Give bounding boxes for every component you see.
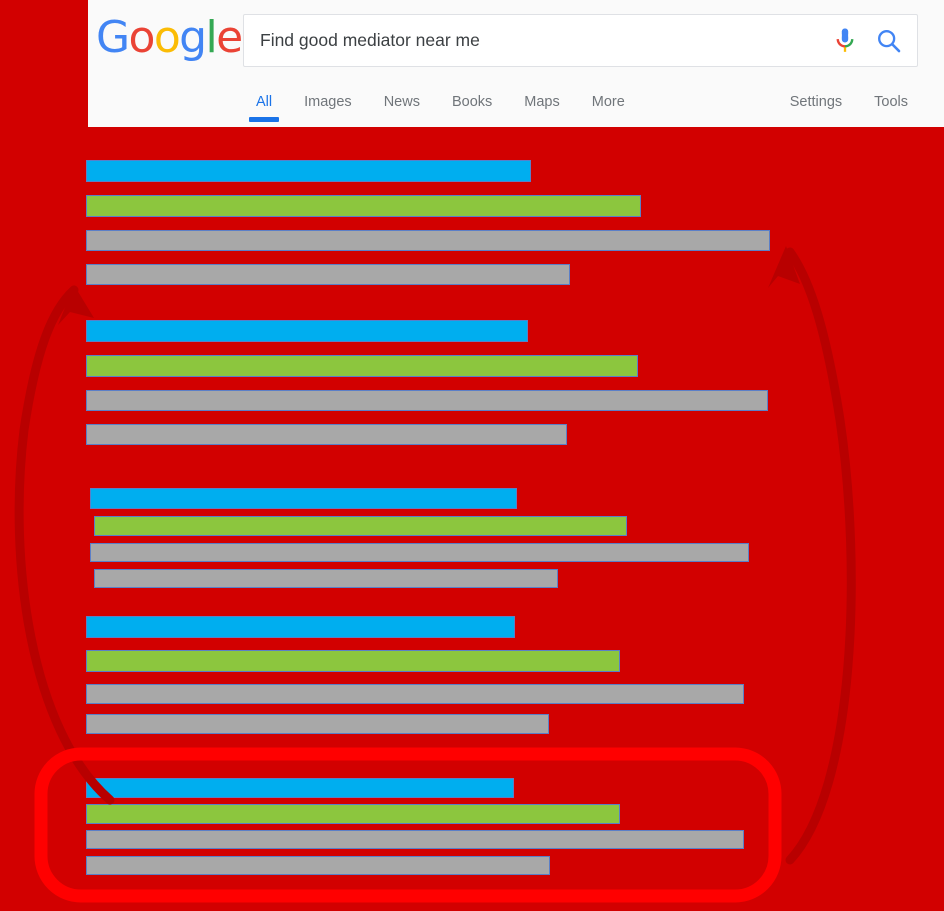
google-logo-letter-0: G xyxy=(96,12,130,63)
search-nav-bar: All Images News Books Maps More Settings Tools xyxy=(88,82,944,127)
search-header: Google Find good mediator near me All Im… xyxy=(88,0,944,127)
result-url-bar[interactable] xyxy=(94,516,627,536)
search-box[interactable] xyxy=(243,14,918,67)
google-logo-letter-4: l xyxy=(205,12,218,63)
result-snippet-bar-2[interactable] xyxy=(86,424,567,445)
tab-tools[interactable]: Tools xyxy=(858,82,924,115)
header-top-row: Google xyxy=(88,0,944,82)
search-input[interactable] xyxy=(260,15,820,66)
result-url-bar[interactable] xyxy=(86,355,638,377)
search-icon[interactable] xyxy=(875,27,903,55)
tab-books[interactable]: Books xyxy=(436,82,508,115)
tab-more[interactable]: More xyxy=(576,82,641,115)
google-logo[interactable]: Google xyxy=(96,12,243,63)
result-title-bar[interactable] xyxy=(86,320,528,342)
google-logo-letter-1: o xyxy=(128,12,156,63)
search-results-area xyxy=(0,127,944,911)
tab-news[interactable]: News xyxy=(368,82,436,115)
result-snippet-bar-2[interactable] xyxy=(86,264,570,285)
result-title-bar[interactable] xyxy=(86,160,531,182)
tab-maps[interactable]: Maps xyxy=(508,82,575,115)
result-title-bar[interactable] xyxy=(86,616,515,638)
result-snippet-bar-1[interactable] xyxy=(86,684,744,704)
tab-settings[interactable]: Settings xyxy=(774,82,858,115)
google-search-results-page: Google Find good mediator near me All Im… xyxy=(0,0,944,911)
result-url-bar[interactable] xyxy=(86,195,641,217)
result-snippet-bar-2[interactable] xyxy=(94,569,558,588)
result-title-bar[interactable] xyxy=(86,778,514,798)
result-snippet-bar-1[interactable] xyxy=(86,390,768,411)
result-snippet-bar-1[interactable] xyxy=(90,543,749,562)
result-url-bar[interactable] xyxy=(86,804,620,824)
result-title-bar[interactable] xyxy=(90,488,517,509)
result-snippet-bar-2[interactable] xyxy=(86,714,549,734)
result-snippet-bar-1[interactable] xyxy=(86,830,744,849)
tab-all[interactable]: All xyxy=(240,82,288,122)
google-logo-letter-3: g xyxy=(179,12,207,63)
nav-tabs-right: Settings Tools xyxy=(774,82,924,115)
google-logo-letter-5: e xyxy=(216,12,243,63)
result-url-bar[interactable] xyxy=(86,650,620,672)
tab-images[interactable]: Images xyxy=(288,82,368,115)
result-snippet-bar-1[interactable] xyxy=(86,230,770,251)
nav-tabs-left: All Images News Books Maps More xyxy=(240,82,641,122)
result-snippet-bar-2[interactable] xyxy=(86,856,550,875)
microphone-icon[interactable] xyxy=(831,26,859,56)
google-logo-letter-2: o xyxy=(153,12,181,63)
